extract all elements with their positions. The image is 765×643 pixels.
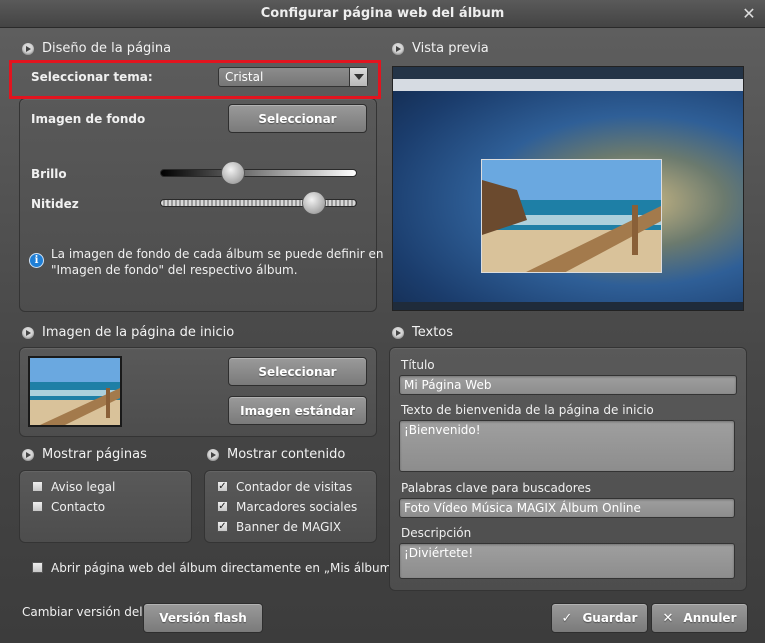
sharpness-slider-track[interactable] (160, 199, 357, 207)
welcome-textarea[interactable]: ¡Bienvenido! (399, 420, 735, 472)
preview-nav-bar (393, 79, 743, 91)
title-bar: Configurar página web del álbum ✕ (0, 0, 765, 28)
brightness-label: Brillo (31, 167, 67, 181)
home-image-heading[interactable]: Imagen de la página de inicio (22, 325, 234, 340)
show-content-heading[interactable]: Mostrar contenido (207, 447, 345, 462)
website-preview (392, 66, 744, 311)
checkmark-icon: ✓ (561, 610, 573, 626)
contact-checkbox[interactable] (32, 501, 43, 512)
info-text: La imagen de fondo de cada álbum se pued… (51, 247, 384, 277)
standard-image-button[interactable]: Imagen estándar (228, 396, 367, 425)
flash-version-button[interactable]: Versión flash (143, 603, 263, 633)
keywords-input[interactable]: Foto Vídeo Música MAGIX Álbum Online (399, 498, 735, 518)
save-button[interactable]: ✓ Guardar (551, 603, 648, 633)
cancel-button[interactable]: ✕ Annuler (651, 603, 748, 633)
open-directly-label: Abrir página web del álbum directamente … (51, 561, 411, 575)
welcome-label: Texto de bienvenida de la página de inic… (401, 403, 654, 417)
description-textarea[interactable]: ¡Diviértete! (399, 543, 735, 579)
window-title: Configurar página web del álbum (260, 6, 505, 21)
brightness-slider-handle[interactable] (221, 161, 245, 185)
expand-arrow-icon (22, 326, 34, 339)
highlight-box (9, 60, 381, 99)
magix-banner-label: Banner de MAGIX (236, 520, 342, 534)
change-version-label: Cambiar versión del (22, 605, 143, 619)
expand-arrow-icon (207, 448, 219, 461)
preview-heading[interactable]: Vista previa (392, 41, 489, 56)
social-bookmarks-label: Marcadores sociales (236, 500, 358, 514)
keywords-label: Palabras clave para buscadores (401, 481, 592, 495)
expand-arrow-icon (22, 42, 34, 55)
visit-counter-checkbox[interactable]: ✓ (217, 481, 228, 492)
brightness-slider-track[interactable] (160, 169, 357, 177)
sharpness-label: Nitidez (31, 197, 79, 211)
preview-footer-bar (393, 302, 743, 310)
preview-beach-image (481, 159, 662, 273)
expand-arrow-icon (22, 448, 34, 461)
sharpness-slider-handle[interactable] (302, 191, 326, 215)
preview-header-bar (393, 67, 743, 79)
home-image-thumbnail (28, 356, 122, 427)
title-input[interactable]: Mi Página Web (399, 375, 737, 395)
description-label: Descripción (401, 526, 472, 540)
legal-notice-label: Aviso legal (51, 480, 116, 494)
visit-counter-label: Contador de visitas (236, 480, 353, 494)
close-icon[interactable]: ✕ (741, 0, 757, 28)
background-select-button[interactable]: Seleccionar (228, 104, 367, 133)
texts-heading[interactable]: Textos (392, 325, 453, 340)
open-directly-checkbox[interactable] (32, 562, 43, 573)
background-label: Imagen de fondo (31, 112, 146, 126)
legal-notice-checkbox[interactable] (32, 481, 43, 492)
close-icon: ✕ (662, 610, 674, 626)
contact-label: Contacto (51, 500, 106, 514)
title-label: Título (401, 358, 435, 372)
design-heading[interactable]: Diseño de la página (22, 41, 171, 56)
social-bookmarks-checkbox[interactable]: ✓ (217, 501, 228, 512)
expand-arrow-icon (392, 42, 404, 55)
expand-arrow-icon (392, 326, 404, 339)
magix-banner-checkbox[interactable]: ✓ (217, 521, 228, 532)
show-pages-heading[interactable]: Mostrar páginas (22, 447, 147, 462)
info-icon: i (29, 253, 44, 268)
home-image-select-button[interactable]: Seleccionar (228, 357, 367, 386)
